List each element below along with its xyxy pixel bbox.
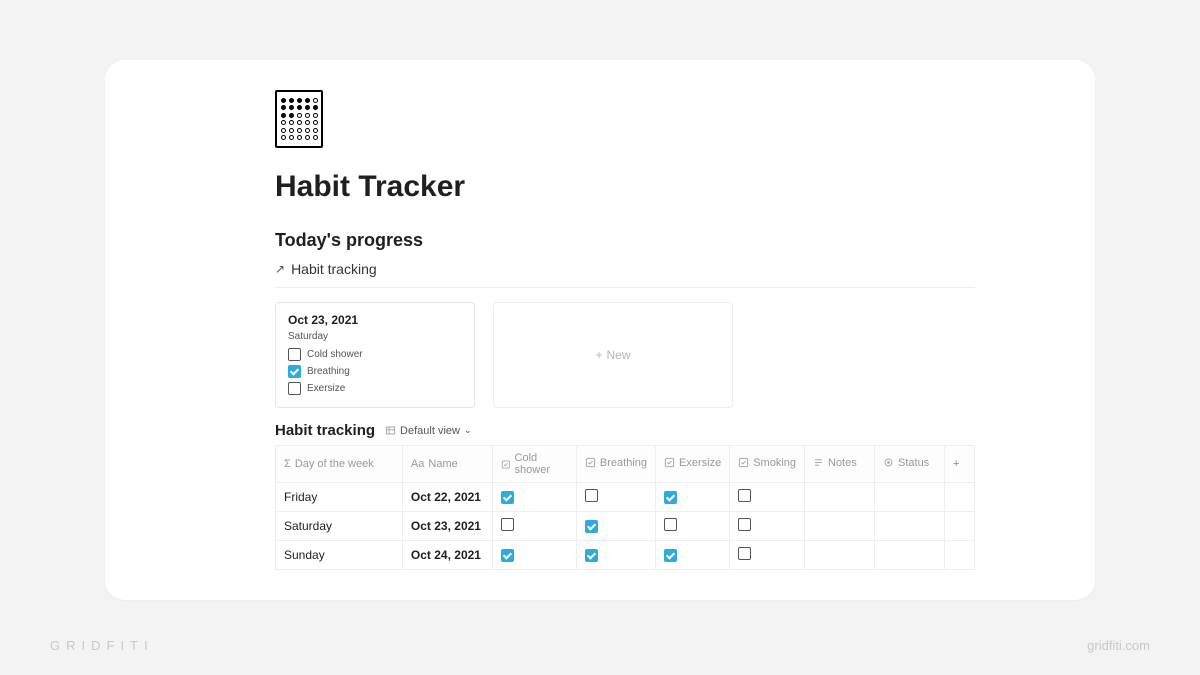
text-prop-icon [813, 457, 824, 468]
view-switcher[interactable]: Default view ⌄ [385, 425, 471, 437]
view-label: Default view [400, 425, 460, 437]
table-database-header: Habit tracking Default view ⌄ [275, 422, 975, 439]
checkbox-icon[interactable] [288, 382, 301, 395]
table-view-icon [385, 425, 396, 436]
cell-status[interactable] [875, 483, 945, 512]
plus-icon: + [595, 348, 602, 362]
cell-breathing[interactable] [576, 541, 655, 570]
cell-cold-shower[interactable] [492, 512, 576, 541]
cell-notes[interactable] [805, 541, 875, 570]
plus-icon: + [953, 458, 959, 470]
checkbox-icon[interactable] [288, 365, 301, 378]
checkbox-prop-icon [501, 459, 511, 470]
cell-cold-shower[interactable] [492, 483, 576, 512]
table-row[interactable]: Saturday Oct 23, 2021 [276, 512, 975, 541]
cell-breathing[interactable] [576, 512, 655, 541]
card-habit-item: Exersize [288, 382, 462, 395]
today-heading[interactable]: Today's progress [275, 230, 975, 251]
card-day: Saturday [288, 331, 462, 342]
cell-name: Oct 24, 2021 [402, 541, 492, 570]
checkbox-icon [585, 489, 598, 502]
checkbox-icon [585, 549, 598, 562]
col-breathing[interactable]: Breathing [576, 446, 655, 483]
cell-status[interactable] [875, 512, 945, 541]
cell-exersize[interactable] [656, 483, 730, 512]
formula-icon: Σ [284, 458, 291, 470]
cell-day: Sunday [276, 541, 403, 570]
checkbox-icon [738, 518, 751, 531]
checkbox-icon [664, 491, 677, 504]
chevron-down-icon: ⌄ [464, 425, 472, 436]
col-name[interactable]: AaName [402, 446, 492, 483]
watermark-url: gridfiti.com [1087, 638, 1150, 653]
cell-day: Saturday [276, 512, 403, 541]
cell-breathing[interactable] [576, 483, 655, 512]
watermark-brand: GRIDFITI [50, 638, 154, 653]
cell-cold-shower[interactable] [492, 541, 576, 570]
card-habit-label: Exersize [307, 383, 345, 394]
cell-exersize[interactable] [656, 541, 730, 570]
gallery-new-card[interactable]: + New [493, 302, 733, 408]
gallery-view: Oct 23, 2021 Saturday Cold shower Breath… [275, 302, 975, 408]
cell-notes[interactable] [805, 512, 875, 541]
cell-smoking[interactable] [730, 483, 805, 512]
checkbox-icon [501, 518, 514, 531]
card-habit-label: Breathing [307, 366, 350, 377]
gallery-card[interactable]: Oct 23, 2021 Saturday Cold shower Breath… [275, 302, 475, 408]
col-status[interactable]: Status [875, 446, 945, 483]
col-cold-shower[interactable]: Cold shower [492, 446, 576, 483]
cell-exersize[interactable] [656, 512, 730, 541]
table-row[interactable]: Friday Oct 22, 2021 [276, 483, 975, 512]
cell-smoking[interactable] [730, 512, 805, 541]
add-column[interactable]: + [945, 446, 975, 483]
page-icon[interactable] [275, 90, 323, 148]
card-habit-label: Cold shower [307, 349, 363, 360]
link-arrow-icon: ↗ [275, 262, 285, 276]
cell-smoking[interactable] [730, 541, 805, 570]
checkbox-icon [738, 547, 751, 560]
habit-table: ΣDay of the week AaName Cold shower Brea… [275, 445, 975, 570]
cell-name: Oct 23, 2021 [402, 512, 492, 541]
table-row[interactable]: Sunday Oct 24, 2021 [276, 541, 975, 570]
checkbox-icon [738, 489, 751, 502]
checkbox-icon [585, 520, 598, 533]
col-notes[interactable]: Notes [805, 446, 875, 483]
checkbox-icon [501, 491, 514, 504]
linked-database-header[interactable]: ↗ Habit tracking [275, 259, 975, 288]
new-label: New [607, 348, 631, 362]
cell-status[interactable] [875, 541, 945, 570]
col-exersize[interactable]: Exersize [656, 446, 730, 483]
checkbox-icon [664, 549, 677, 562]
card-habit-item: Cold shower [288, 348, 462, 361]
col-smoking[interactable]: Smoking [730, 446, 805, 483]
card-date: Oct 23, 2021 [288, 313, 462, 327]
status-prop-icon [883, 457, 894, 468]
cell-day: Friday [276, 483, 403, 512]
checkbox-prop-icon [738, 457, 749, 468]
title-icon: Aa [411, 458, 424, 470]
linked-db-label: Habit tracking [291, 261, 377, 277]
checkbox-icon [501, 549, 514, 562]
checkbox-icon[interactable] [288, 348, 301, 361]
cell-name: Oct 22, 2021 [402, 483, 492, 512]
page-title[interactable]: Habit Tracker [275, 170, 975, 204]
card-habit-item: Breathing [288, 365, 462, 378]
notion-page-card: Habit Tracker Today's progress ↗ Habit t… [105, 60, 1095, 600]
table-title[interactable]: Habit tracking [275, 422, 375, 439]
checkbox-prop-icon [585, 457, 596, 468]
cell-notes[interactable] [805, 483, 875, 512]
checkbox-icon [664, 518, 677, 531]
checkbox-prop-icon [664, 457, 675, 468]
col-day[interactable]: ΣDay of the week [276, 446, 403, 483]
